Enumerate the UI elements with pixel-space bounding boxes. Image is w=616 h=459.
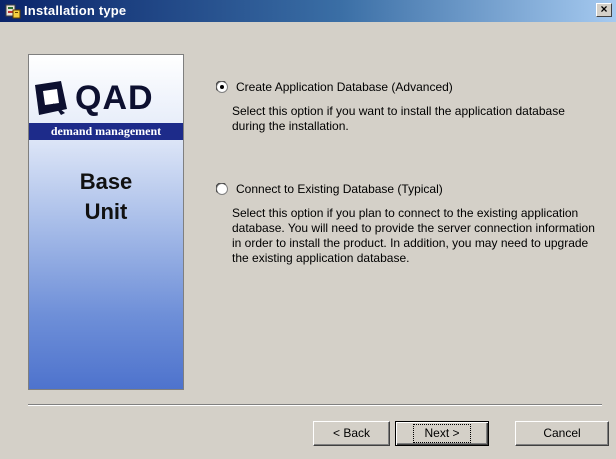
product-name: Base Unit (79, 169, 133, 224)
cancel-button[interactable]: Cancel (515, 421, 609, 446)
radio-create-database[interactable] (216, 81, 228, 93)
close-icon: × (600, 2, 608, 16)
option-label[interactable]: Connect to Existing Database (Typical) (236, 182, 443, 197)
next-button[interactable]: Next > (395, 421, 489, 446)
separator (28, 404, 602, 406)
logo-subtitle: demand management (29, 123, 183, 140)
window-title: Installation type (24, 3, 127, 18)
logo-text: QAD (75, 79, 154, 117)
installer-icon (5, 4, 21, 19)
title-bar: Installation type × (0, 0, 616, 22)
qad-logo-mark (35, 81, 67, 115)
close-button[interactable]: × (596, 3, 612, 17)
option-description: Select this option if you want to instal… (232, 104, 565, 133)
product-banner: QAD demand management Base Unit (28, 54, 184, 390)
option-description: Select this option if you plan to connec… (232, 206, 595, 265)
radio-connect-database[interactable] (216, 183, 228, 195)
back-button[interactable]: < Back (313, 421, 390, 446)
next-button-label: Next > (413, 424, 471, 443)
option-label[interactable]: Create Application Database (Advanced) (236, 80, 453, 95)
